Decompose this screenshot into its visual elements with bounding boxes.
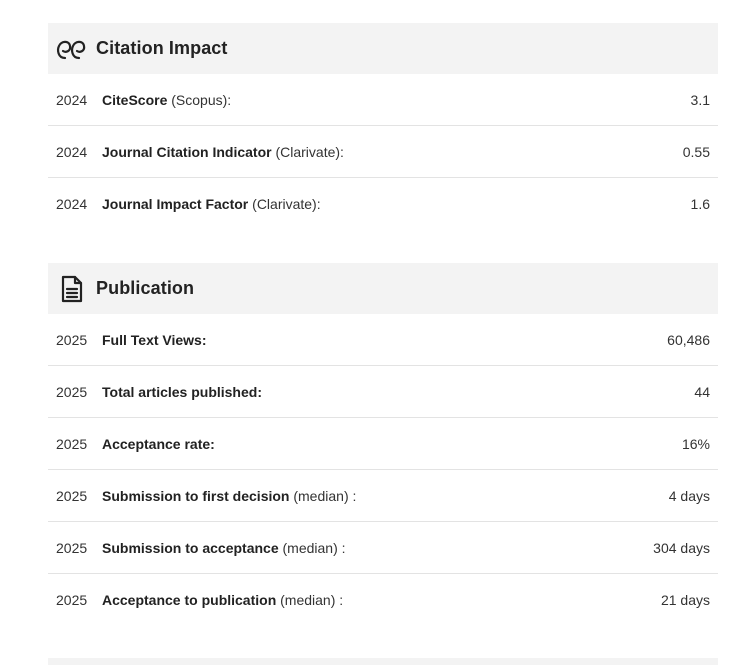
metric-label: Submission to acceptance (median) : [102,539,346,556]
next-section-header [48,658,718,665]
quote-icon [48,23,96,74]
metric-year: 2025 [56,539,88,556]
metric-value: 21 days [660,592,710,608]
metric-label: Journal Citation Indicator (Clarivate): [102,143,344,160]
journal-metrics: Citation Impact 2024 CiteScore (Scopus):… [0,0,736,665]
metric-value: 304 days [653,539,710,556]
metric-row: 2025 Submission to first decision (media… [48,470,718,522]
metric-value: 44 [694,383,710,400]
metric-label: Total articles published: [102,383,262,400]
metric-row: 2024 CiteScore (Scopus): 3.1 [48,74,718,126]
metric-value: 0.55 [682,143,710,160]
metric-row: 2025 Full Text Views: 60,486 [48,314,718,366]
metric-value: 4 days [668,487,710,504]
publication-header: Publication [48,263,718,314]
metric-label: CiteScore (Scopus): [102,91,232,108]
metric-row: 2024 Journal Citation Indicator (Clariva… [48,126,718,178]
metric-label: Full Text Views: [102,331,207,348]
publication-section: Publication 2025 Full Text Views: 60,486… [48,263,718,626]
metric-year: 2024 [56,196,88,212]
citation-impact-section: Citation Impact 2024 CiteScore (Scopus):… [48,23,718,230]
citation-impact-header: Citation Impact [48,23,718,74]
section-title: Citation Impact [96,38,228,58]
metric-year: 2025 [56,331,88,348]
metric-value: 60,486 [667,331,710,348]
metric-row: 2025 Acceptance to publication (median) … [48,574,718,626]
metric-year: 2025 [56,435,88,452]
metric-year: 2025 [56,487,88,504]
metric-label: Journal Impact Factor (Clarivate): [102,196,321,212]
metric-label: Submission to first decision (median) : [102,487,357,504]
metric-year: 2025 [56,592,88,608]
metric-value: 1.6 [690,196,710,212]
metric-row: 2024 Journal Impact Factor (Clarivate): … [48,178,718,230]
metric-year: 2024 [56,143,88,160]
metric-row: 2025 Total articles published: 44 [48,366,718,418]
document-icon [48,263,96,314]
metric-year: 2025 [56,383,88,400]
metric-value: 16% [681,435,710,452]
metric-year: 2024 [56,91,88,108]
metric-value: 3.1 [690,91,710,108]
metric-row: 2025 Submission to acceptance (median) :… [48,522,718,574]
metric-label: Acceptance to publication (median) : [102,592,344,608]
metric-row: 2025 Acceptance rate: 16% [48,418,718,470]
metric-label: Acceptance rate: [102,435,215,452]
section-title: Publication [96,278,195,298]
